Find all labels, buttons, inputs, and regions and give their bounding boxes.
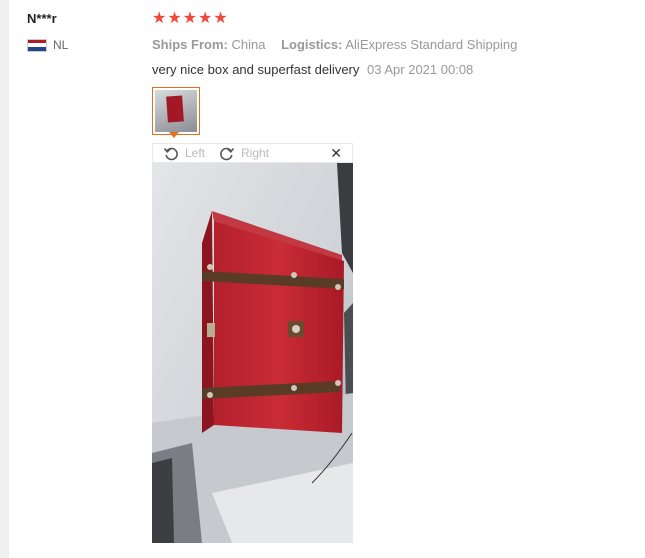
thumbnail-pointer [169,132,179,138]
rotate-left-icon [163,147,178,161]
star-icon: ★ [152,10,167,27]
thumbnail-image [155,90,197,132]
rotate-right-icon [220,147,235,161]
flag-icon [27,38,47,52]
ships-from-label: Ships From: [152,37,228,52]
review-text: very nice box and superfast delivery [152,62,360,77]
red-wooden-box-photo [152,163,353,543]
logistics-label: Logistics: [281,37,343,52]
image-viewer-toolbar: Left Right ✕ [152,143,353,163]
star-icon: ★ [213,10,228,27]
reviewer-name: N***r [27,11,57,26]
left-rail [0,0,9,558]
rotate-right-label: Right [241,146,270,160]
review-date: 03 Apr 2021 00:08 [367,62,474,77]
review-body: very nice box and superfast delivery 03 … [152,62,473,77]
rotate-right-button[interactable]: Right [219,145,269,161]
shipping-info: Ships From: China Logistics: AliExpress … [152,37,529,52]
rotate-left-button[interactable]: Left [163,145,205,161]
rotate-left-label: Left [185,146,206,160]
reviewer-country: NL [27,38,68,52]
country-code: NL [53,38,69,52]
review-photo-thumbnail[interactable] [152,87,200,135]
star-icon: ★ [182,10,198,27]
ships-from-value: China [231,37,266,52]
review-photo-enlarged [152,163,353,543]
star-icon: ★ [167,10,182,27]
star-icon: ★ [198,10,213,27]
close-icon[interactable]: ✕ [330,145,342,162]
star-rating: ★ ★ ★ ★ ★ [152,11,228,27]
logistics-value: AliExpress Standard Shipping [345,37,518,52]
